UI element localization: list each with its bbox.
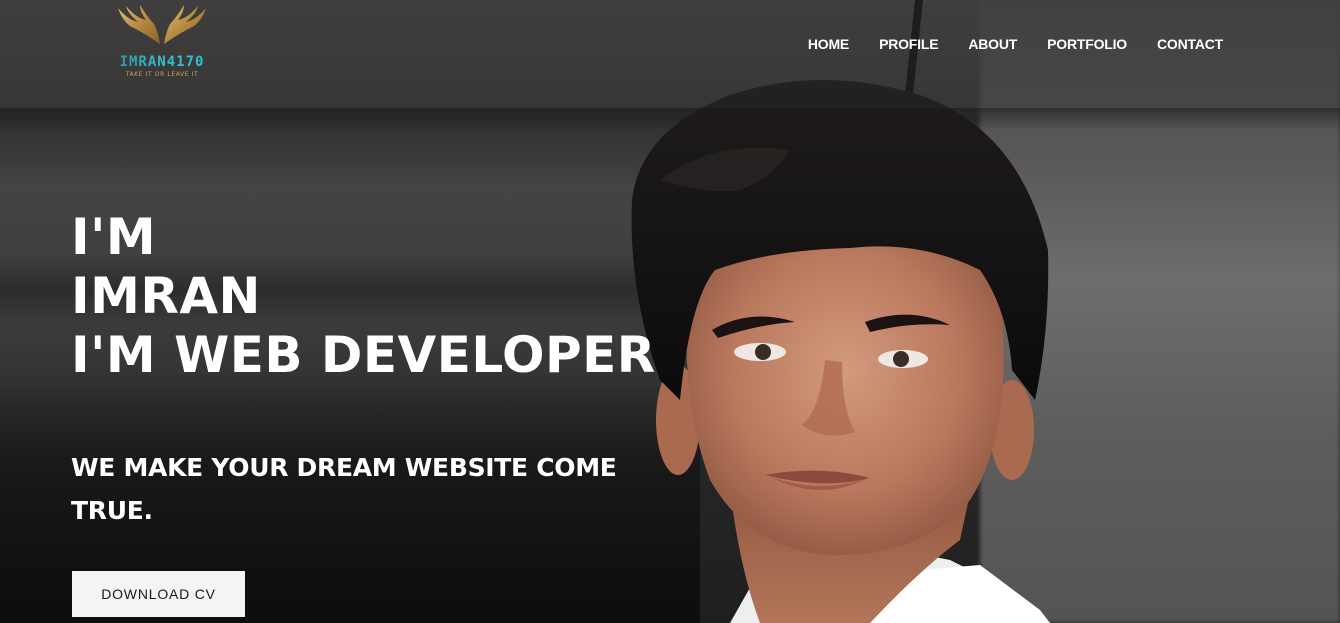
hero-subtitle: WE MAKE YOUR DREAM WEBSITE COME TRUE. bbox=[71, 453, 617, 525]
nav-home[interactable]: HOME bbox=[808, 36, 849, 52]
nav-contact[interactable]: CONTACT bbox=[1157, 36, 1223, 52]
hero-title-line-2: IMRAN bbox=[71, 267, 261, 325]
brand-name: IMRAN4170 bbox=[106, 54, 218, 70]
hero-title-line-1: I'M bbox=[71, 208, 157, 266]
brand-tagline: TAKE IT OR LEAVE IT bbox=[125, 71, 199, 78]
download-cv-button[interactable]: DOWNLOAD CV bbox=[72, 571, 245, 617]
hero-title-line-3: I'M WEB DEVELOPER bbox=[71, 326, 656, 384]
brand-logo[interactable]: IMRAN4170 TAKE IT OR LEAVE IT bbox=[106, 4, 218, 80]
golden-wings-icon bbox=[118, 5, 206, 44]
profile-photo bbox=[631, 80, 1050, 623]
hero-title: I'M IMRAN I'M WEB DEVELOPER bbox=[71, 208, 656, 385]
nav-profile[interactable]: PROFILE bbox=[879, 36, 938, 52]
nav-about[interactable]: ABOUT bbox=[968, 36, 1017, 52]
nav-portfolio[interactable]: PORTFOLIO bbox=[1047, 36, 1127, 52]
navbar: IMRAN4170 TAKE IT OR LEAVE IT HOME PROFI… bbox=[0, 0, 1340, 108]
main-nav: HOME PROFILE ABOUT PORTFOLIO CONTACT bbox=[808, 36, 1223, 52]
